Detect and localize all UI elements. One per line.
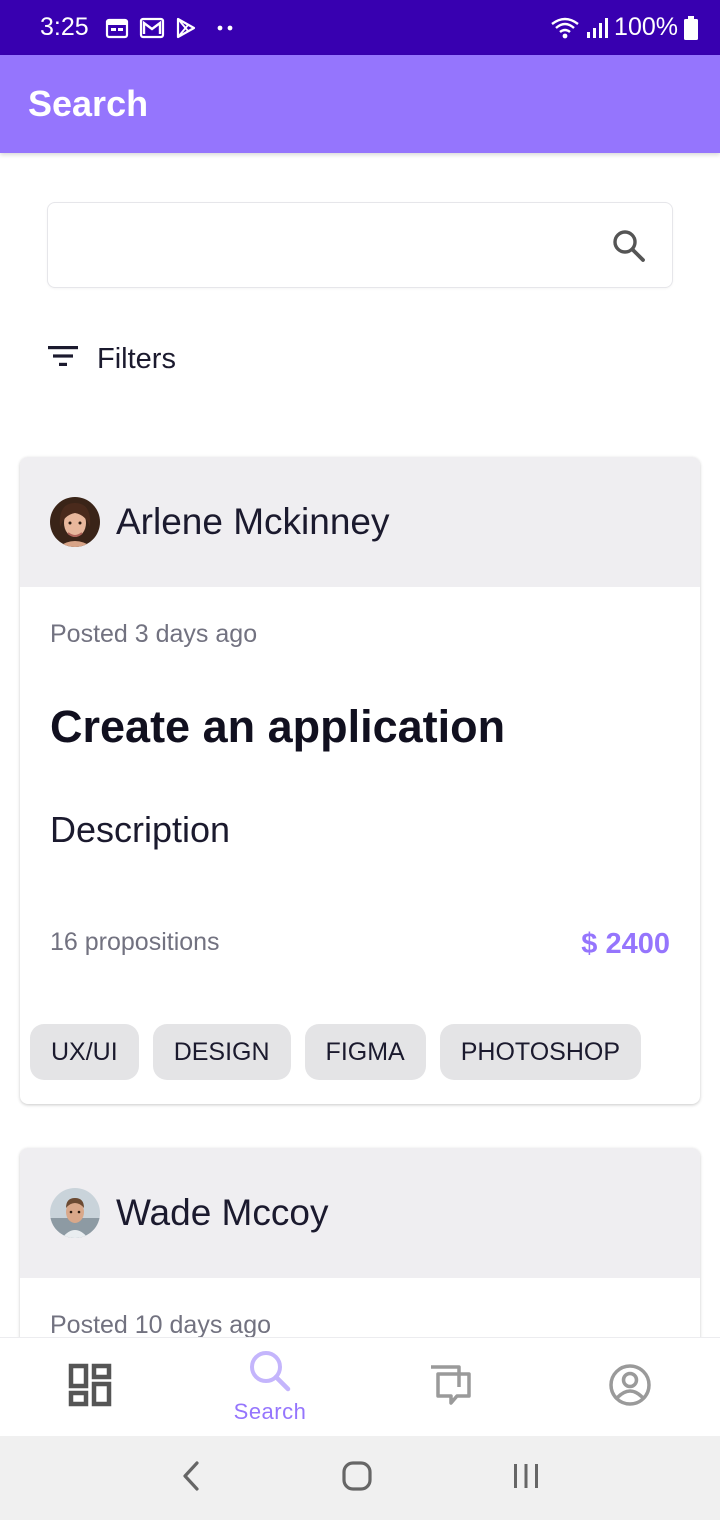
nav-search[interactable]: Search [180, 1338, 360, 1436]
post-card-header: Arlene Mckinney [20, 457, 700, 587]
avatar[interactable] [50, 497, 100, 547]
chat-icon [427, 1363, 473, 1412]
post-tags: UX/UI DESIGN FIGMA PHOTOSHOP [30, 1024, 642, 1080]
status-time: 3:25 [40, 13, 89, 41]
system-navigation-bar [0, 1436, 720, 1520]
nav-search-label: Search [233, 1398, 307, 1424]
page-title: Search [28, 83, 149, 124]
post-date: Posted 3 days ago [50, 620, 258, 648]
tag-chip[interactable]: DESIGN [152, 1024, 291, 1080]
recent-apps-icon[interactable] [511, 1461, 541, 1496]
tag-chip[interactable]: FIGMA [304, 1024, 426, 1080]
filter-icon [47, 343, 79, 376]
post-title: Create an application [50, 701, 506, 752]
nav-messages[interactable] [360, 1338, 540, 1436]
search-field[interactable] [47, 202, 673, 288]
calendar-icon [105, 17, 129, 39]
gmail-icon [139, 17, 165, 39]
post-author[interactable]: Wade Mccoy [116, 1192, 328, 1234]
battery-icon [684, 15, 698, 40]
status-bar-right: 100% [550, 13, 698, 42]
back-icon[interactable] [179, 1460, 203, 1497]
more-dots-icon [217, 24, 233, 32]
post-description: Description [50, 809, 231, 850]
nav-profile[interactable] [540, 1338, 720, 1436]
home-icon[interactable] [341, 1460, 373, 1497]
wifi-icon [550, 16, 580, 40]
dashboard-icon [68, 1363, 112, 1412]
status-bar-left: 3:25 [40, 13, 233, 42]
post-date: Posted 10 days ago [50, 1311, 271, 1339]
avatar[interactable] [50, 1188, 100, 1238]
post-card-header: Wade Mccoy [20, 1148, 700, 1278]
post-card[interactable]: Arlene Mckinney Posted 3 days ago Create… [20, 457, 700, 1104]
search-input[interactable] [66, 223, 606, 269]
post-price: $ 2400 [581, 928, 670, 960]
signal-icon [586, 17, 609, 39]
nav-dashboard[interactable] [0, 1338, 180, 1436]
post-author[interactable]: Arlene Mckinney [116, 501, 390, 543]
filters-label: Filters [97, 342, 176, 375]
play-store-icon [175, 17, 197, 39]
filters-button[interactable]: Filters [47, 336, 176, 382]
search-icon [247, 1350, 293, 1397]
post-propositions: 16 propositions [50, 928, 220, 956]
tag-chip[interactable]: UX/UI [30, 1024, 139, 1080]
bottom-navigation: Search [0, 1337, 720, 1436]
search-icon[interactable] [610, 227, 648, 265]
tag-chip[interactable]: PHOTOSHOP [439, 1024, 642, 1080]
status-bar: 3:25 100% [0, 0, 720, 55]
app-bar: Search [0, 55, 720, 153]
battery-percentage: 100% [614, 13, 678, 41]
account-icon [608, 1363, 652, 1412]
